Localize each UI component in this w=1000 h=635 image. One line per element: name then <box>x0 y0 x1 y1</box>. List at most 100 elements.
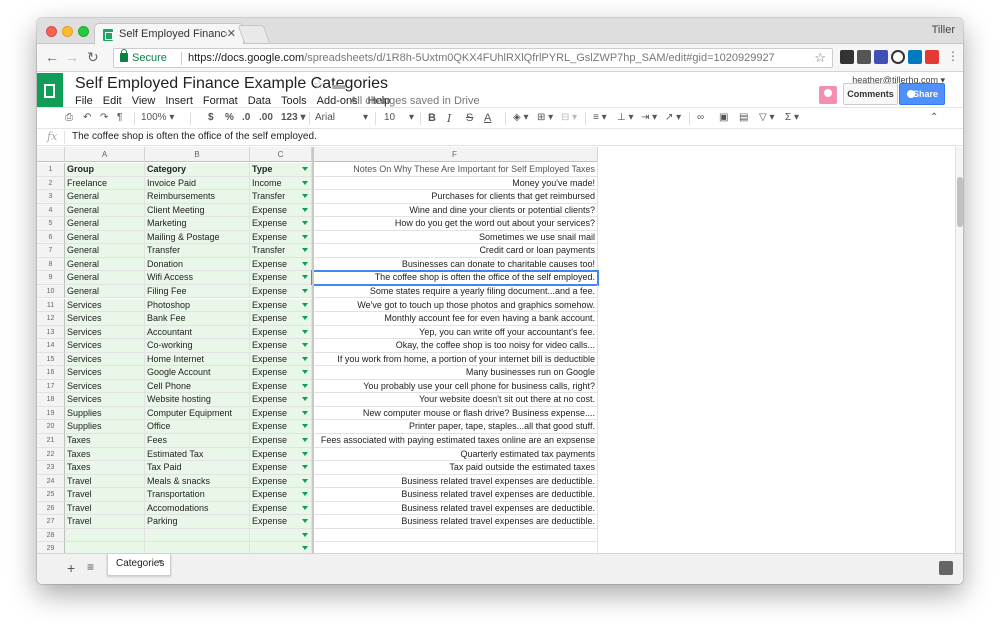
dropdown-arrow-icon[interactable] <box>302 180 308 185</box>
merge-cells-icon[interactable]: ⊟ ▾ <box>561 112 577 123</box>
folder-icon[interactable]: ▬ <box>332 77 345 92</box>
cell-f[interactable]: Money you've made! <box>312 176 598 191</box>
menu-data[interactable]: Data <box>248 95 271 107</box>
dropdown-arrow-icon[interactable] <box>302 370 308 375</box>
cell-f[interactable]: Fees associated with paying estimated ta… <box>312 434 598 448</box>
row-number[interactable]: 2 <box>37 176 65 191</box>
profile-name[interactable]: Tiller <box>932 24 955 36</box>
row-number[interactable]: 9 <box>37 271 65 285</box>
cell-c[interactable]: Expense <box>250 393 312 407</box>
cell-c[interactable]: Expense <box>250 298 312 313</box>
cell-f[interactable]: Okay, the coffee shop is too noisy for v… <box>312 339 598 353</box>
cell-f[interactable]: Businesses can donate to charitable caus… <box>312 257 598 272</box>
row-number[interactable]: 26 <box>37 501 65 516</box>
cell-b[interactable]: Fees <box>145 434 250 448</box>
cell-a[interactable]: Travel <box>65 501 145 516</box>
cell-c[interactable]: Transfer <box>250 244 312 258</box>
cell-b[interactable]: Wifi Access <box>145 271 250 285</box>
cell-b[interactable]: Donation <box>145 257 250 272</box>
font-size-select[interactable]: 10 ▾ <box>384 112 416 123</box>
forward-arrow-icon[interactable]: → <box>65 49 79 65</box>
extension-calendar-icon[interactable] <box>874 50 888 64</box>
comments-button[interactable]: Comments <box>843 83 898 105</box>
extension-inbox-icon[interactable] <box>857 50 871 64</box>
cell-a[interactable]: Freelance <box>65 176 145 191</box>
collapse-menu-icon[interactable]: ⌃ <box>930 112 938 123</box>
maximize-window-button[interactable] <box>78 26 89 37</box>
cell-a[interactable]: General <box>65 284 145 299</box>
chrome-menu-icon[interactable]: ⋮ <box>947 49 959 63</box>
select-all-corner[interactable] <box>37 147 65 162</box>
close-window-button[interactable] <box>46 26 57 37</box>
cell-b[interactable]: Meals & snacks <box>145 474 250 489</box>
cell-f[interactable]: Wine and dine your clients or potential … <box>312 203 598 218</box>
cell-b[interactable]: Google Account <box>145 366 250 380</box>
row-number[interactable]: 29 <box>37 542 65 553</box>
insert-chart-icon[interactable]: ▤ <box>739 112 748 123</box>
cell-a[interactable]: Travel <box>65 474 145 489</box>
cell-a[interactable]: Taxes <box>65 447 145 462</box>
row-number[interactable]: 6 <box>37 230 65 245</box>
cell-b[interactable]: Mailing & Postage <box>145 230 250 245</box>
menu-format[interactable]: Format <box>203 95 238 107</box>
cell-f[interactable]: Quarterly estimated tax payments <box>312 447 598 462</box>
cell-c[interactable]: Expense <box>250 271 312 285</box>
sheet-tab-categories[interactable]: Categories ▼ <box>107 554 171 576</box>
cell-b[interactable]: Marketing <box>145 217 250 231</box>
share-button[interactable]: Share <box>899 83 945 105</box>
borders-icon[interactable]: ⊞ ▾ <box>537 112 553 123</box>
cell-a[interactable]: General <box>65 203 145 218</box>
cell-f[interactable]: The coffee shop is often the office of t… <box>311 270 599 286</box>
column-header-f[interactable]: F <box>312 147 598 162</box>
dropdown-arrow-icon[interactable] <box>302 465 308 470</box>
cell-a[interactable]: Supplies <box>65 406 145 421</box>
filter-icon[interactable]: ▽ ▾ <box>759 112 775 123</box>
cell-c[interactable]: Expense <box>250 230 312 245</box>
cell-c[interactable]: Expense <box>250 406 312 421</box>
text-color-button[interactable]: A <box>484 112 491 124</box>
cell-c[interactable]: Expense <box>250 488 312 502</box>
row-number[interactable]: 14 <box>37 339 65 353</box>
cell-b[interactable]: Filing Fee <box>145 284 250 299</box>
insert-link-icon[interactable]: ∞ <box>697 112 704 123</box>
cell-a[interactable]: Taxes <box>65 461 145 475</box>
text-wrap-icon[interactable]: ⇥ ▾ <box>641 112 657 123</box>
cell-c[interactable] <box>250 542 312 553</box>
browser-tab[interactable]: Self Employed Finance Example ✕ <box>94 23 244 45</box>
cell-c[interactable]: Expense <box>250 352 312 367</box>
dropdown-arrow-icon[interactable] <box>302 383 308 388</box>
bookmark-star-icon[interactable]: ☆ <box>814 50 826 66</box>
currency-format-button[interactable]: $ <box>208 112 214 123</box>
extension-info-icon[interactable] <box>891 50 905 64</box>
cell-a[interactable]: Services <box>65 298 145 313</box>
dropdown-arrow-icon[interactable] <box>302 221 308 226</box>
cell-c[interactable]: Transfer <box>250 190 312 204</box>
menu-tools[interactable]: Tools <box>281 95 307 107</box>
cell-b[interactable]: Accomodations <box>145 501 250 516</box>
cell-c[interactable]: Expense <box>250 284 312 299</box>
row-number[interactable]: 24 <box>37 474 65 489</box>
reload-icon[interactable]: ↻ <box>87 49 99 66</box>
cell-f[interactable] <box>312 542 598 553</box>
cell-c[interactable] <box>250 528 312 543</box>
decrease-decimal-button[interactable]: .0 <box>242 112 250 123</box>
dropdown-arrow-icon[interactable] <box>302 234 308 239</box>
dropdown-arrow-icon[interactable] <box>302 546 308 551</box>
row-number[interactable]: 16 <box>37 366 65 380</box>
row-number[interactable]: 4 <box>37 203 65 218</box>
cell-a[interactable] <box>65 542 145 553</box>
row-number[interactable]: 17 <box>37 379 65 394</box>
cell-c[interactable]: Expense <box>250 434 312 448</box>
cell-b[interactable]: Transfer <box>145 244 250 258</box>
dropdown-arrow-icon[interactable] <box>302 410 308 415</box>
dropdown-arrow-icon[interactable] <box>302 288 308 293</box>
scrollbar-thumb[interactable] <box>957 177 963 227</box>
bold-button[interactable]: B <box>428 112 436 124</box>
extension-trello-icon[interactable] <box>908 50 922 64</box>
row-number[interactable]: 27 <box>37 515 65 529</box>
zoom-select[interactable]: 100% ▾ <box>141 112 174 123</box>
cell-f[interactable]: Monthly account fee for even having a ba… <box>312 312 598 326</box>
dropdown-arrow-icon[interactable] <box>302 207 308 212</box>
row-number[interactable]: 1 <box>37 163 65 177</box>
row-number[interactable]: 19 <box>37 406 65 421</box>
